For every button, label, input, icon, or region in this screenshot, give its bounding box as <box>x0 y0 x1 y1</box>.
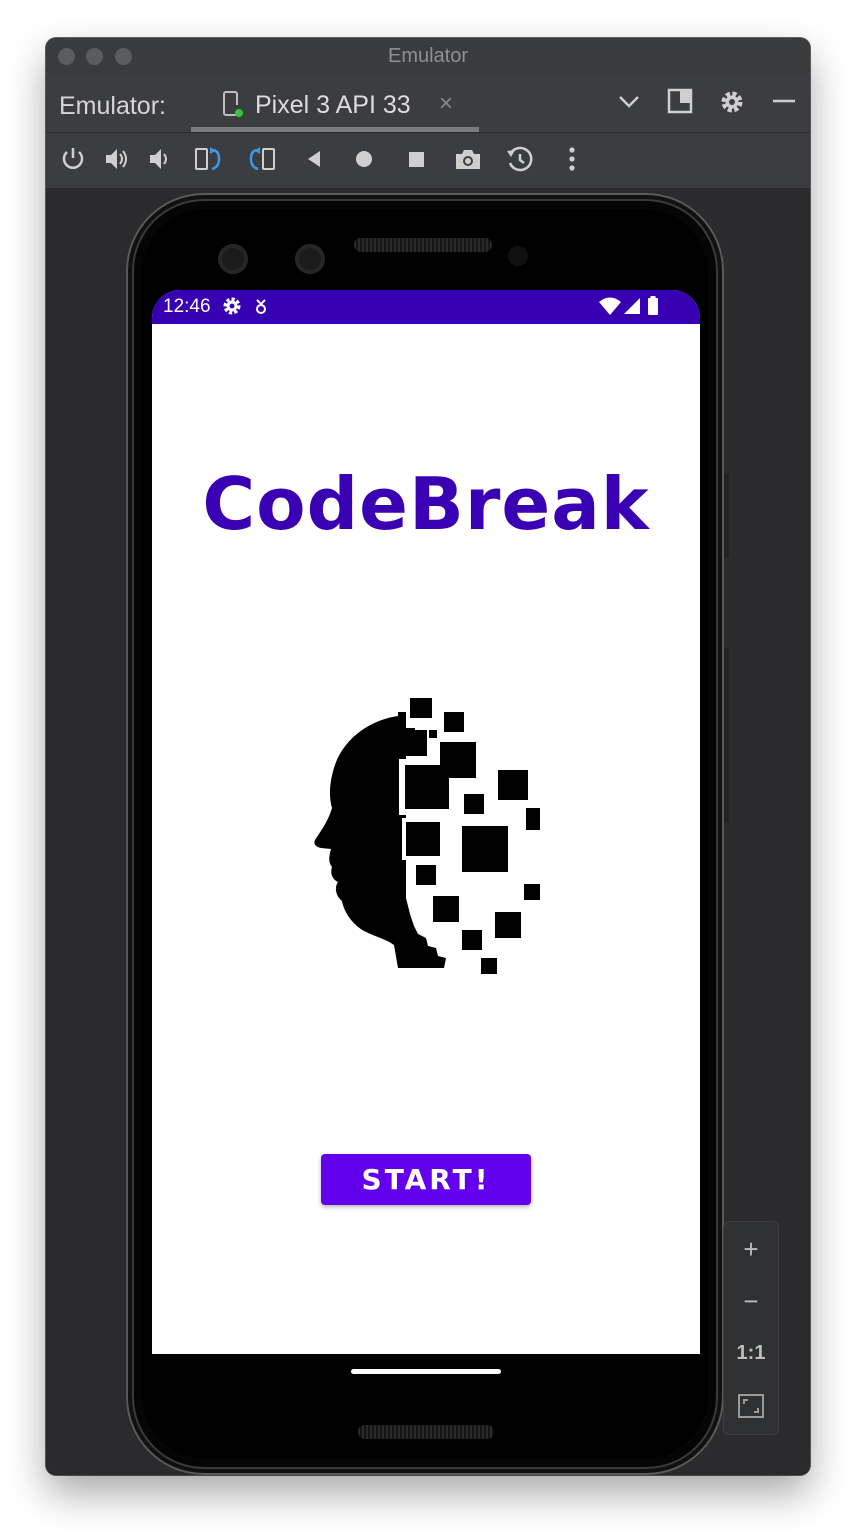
device-icon <box>223 91 243 117</box>
front-camera-icon <box>218 244 248 274</box>
power-button <box>724 473 729 558</box>
signal-icon <box>624 298 640 314</box>
zoom-in-button[interactable]: + <box>724 1234 778 1265</box>
tab-selected-indicator <box>191 127 479 132</box>
wifi-icon <box>599 297 621 315</box>
download-icon <box>256 299 266 314</box>
camera-icon[interactable] <box>453 145 483 173</box>
earpiece-speaker <box>354 238 492 252</box>
tab-prefix-label: Emulator: <box>59 92 166 120</box>
gear-icon[interactable] <box>718 88 746 116</box>
chevron-down-icon[interactable] <box>616 88 642 114</box>
snapshot-icon[interactable] <box>505 145 535 173</box>
volume-down-icon[interactable] <box>147 145 175 173</box>
emulator-toolbar <box>46 133 810 188</box>
navigation-bar <box>152 1354 700 1384</box>
more-icon[interactable] <box>558 145 586 173</box>
status-time: 12:46 <box>163 296 211 317</box>
app-title: CodeBreak <box>202 462 650 546</box>
layout-icon[interactable] <box>667 88 693 114</box>
back-icon[interactable] <box>300 145 328 173</box>
fit-screen-icon[interactable] <box>738 1394 764 1418</box>
settings-icon <box>223 297 241 315</box>
home-icon[interactable] <box>350 145 378 173</box>
bottom-speaker <box>358 1425 494 1439</box>
battery-icon <box>648 296 658 315</box>
head-pixels-logo <box>314 698 540 974</box>
tab-pixel-3[interactable]: Pixel 3 API 33 × <box>191 74 479 132</box>
tab-label: Pixel 3 API 33 <box>255 91 411 119</box>
title-bar: Emulator <box>46 38 810 74</box>
emulator-window: Emulator Emulator: Pixel 3 API 33 × 12:4… <box>46 38 810 1475</box>
emulator-content: 12:46 CodeBreak START! + − 1:1 <box>46 188 810 1475</box>
window-title: Emulator <box>387 45 469 67</box>
start-button[interactable]: START! <box>321 1154 531 1205</box>
phone-screen: 12:46 CodeBreak START! <box>152 290 700 1354</box>
power-icon[interactable] <box>59 145 87 173</box>
rotate-right-icon[interactable] <box>246 145 276 173</box>
front-camera-2-icon <box>295 244 325 274</box>
tab-close-icon[interactable]: × <box>439 90 453 118</box>
rotate-left-icon[interactable] <box>194 145 224 173</box>
zoom-actual-size-button[interactable]: 1:1 <box>724 1342 778 1365</box>
device-tab-bar: Emulator: Pixel 3 API 33 × <box>46 74 810 133</box>
minimize-icon[interactable] <box>771 88 797 114</box>
proximity-sensor <box>508 246 528 266</box>
zoom-controls: + − 1:1 <box>723 1221 779 1435</box>
volume-up-icon[interactable] <box>103 145 131 173</box>
volume-button <box>724 648 729 823</box>
overview-icon[interactable] <box>402 145 430 173</box>
home-gesture-pill[interactable] <box>351 1369 501 1374</box>
status-bar: 12:46 <box>152 290 700 324</box>
zoom-out-button[interactable]: − <box>724 1286 778 1317</box>
